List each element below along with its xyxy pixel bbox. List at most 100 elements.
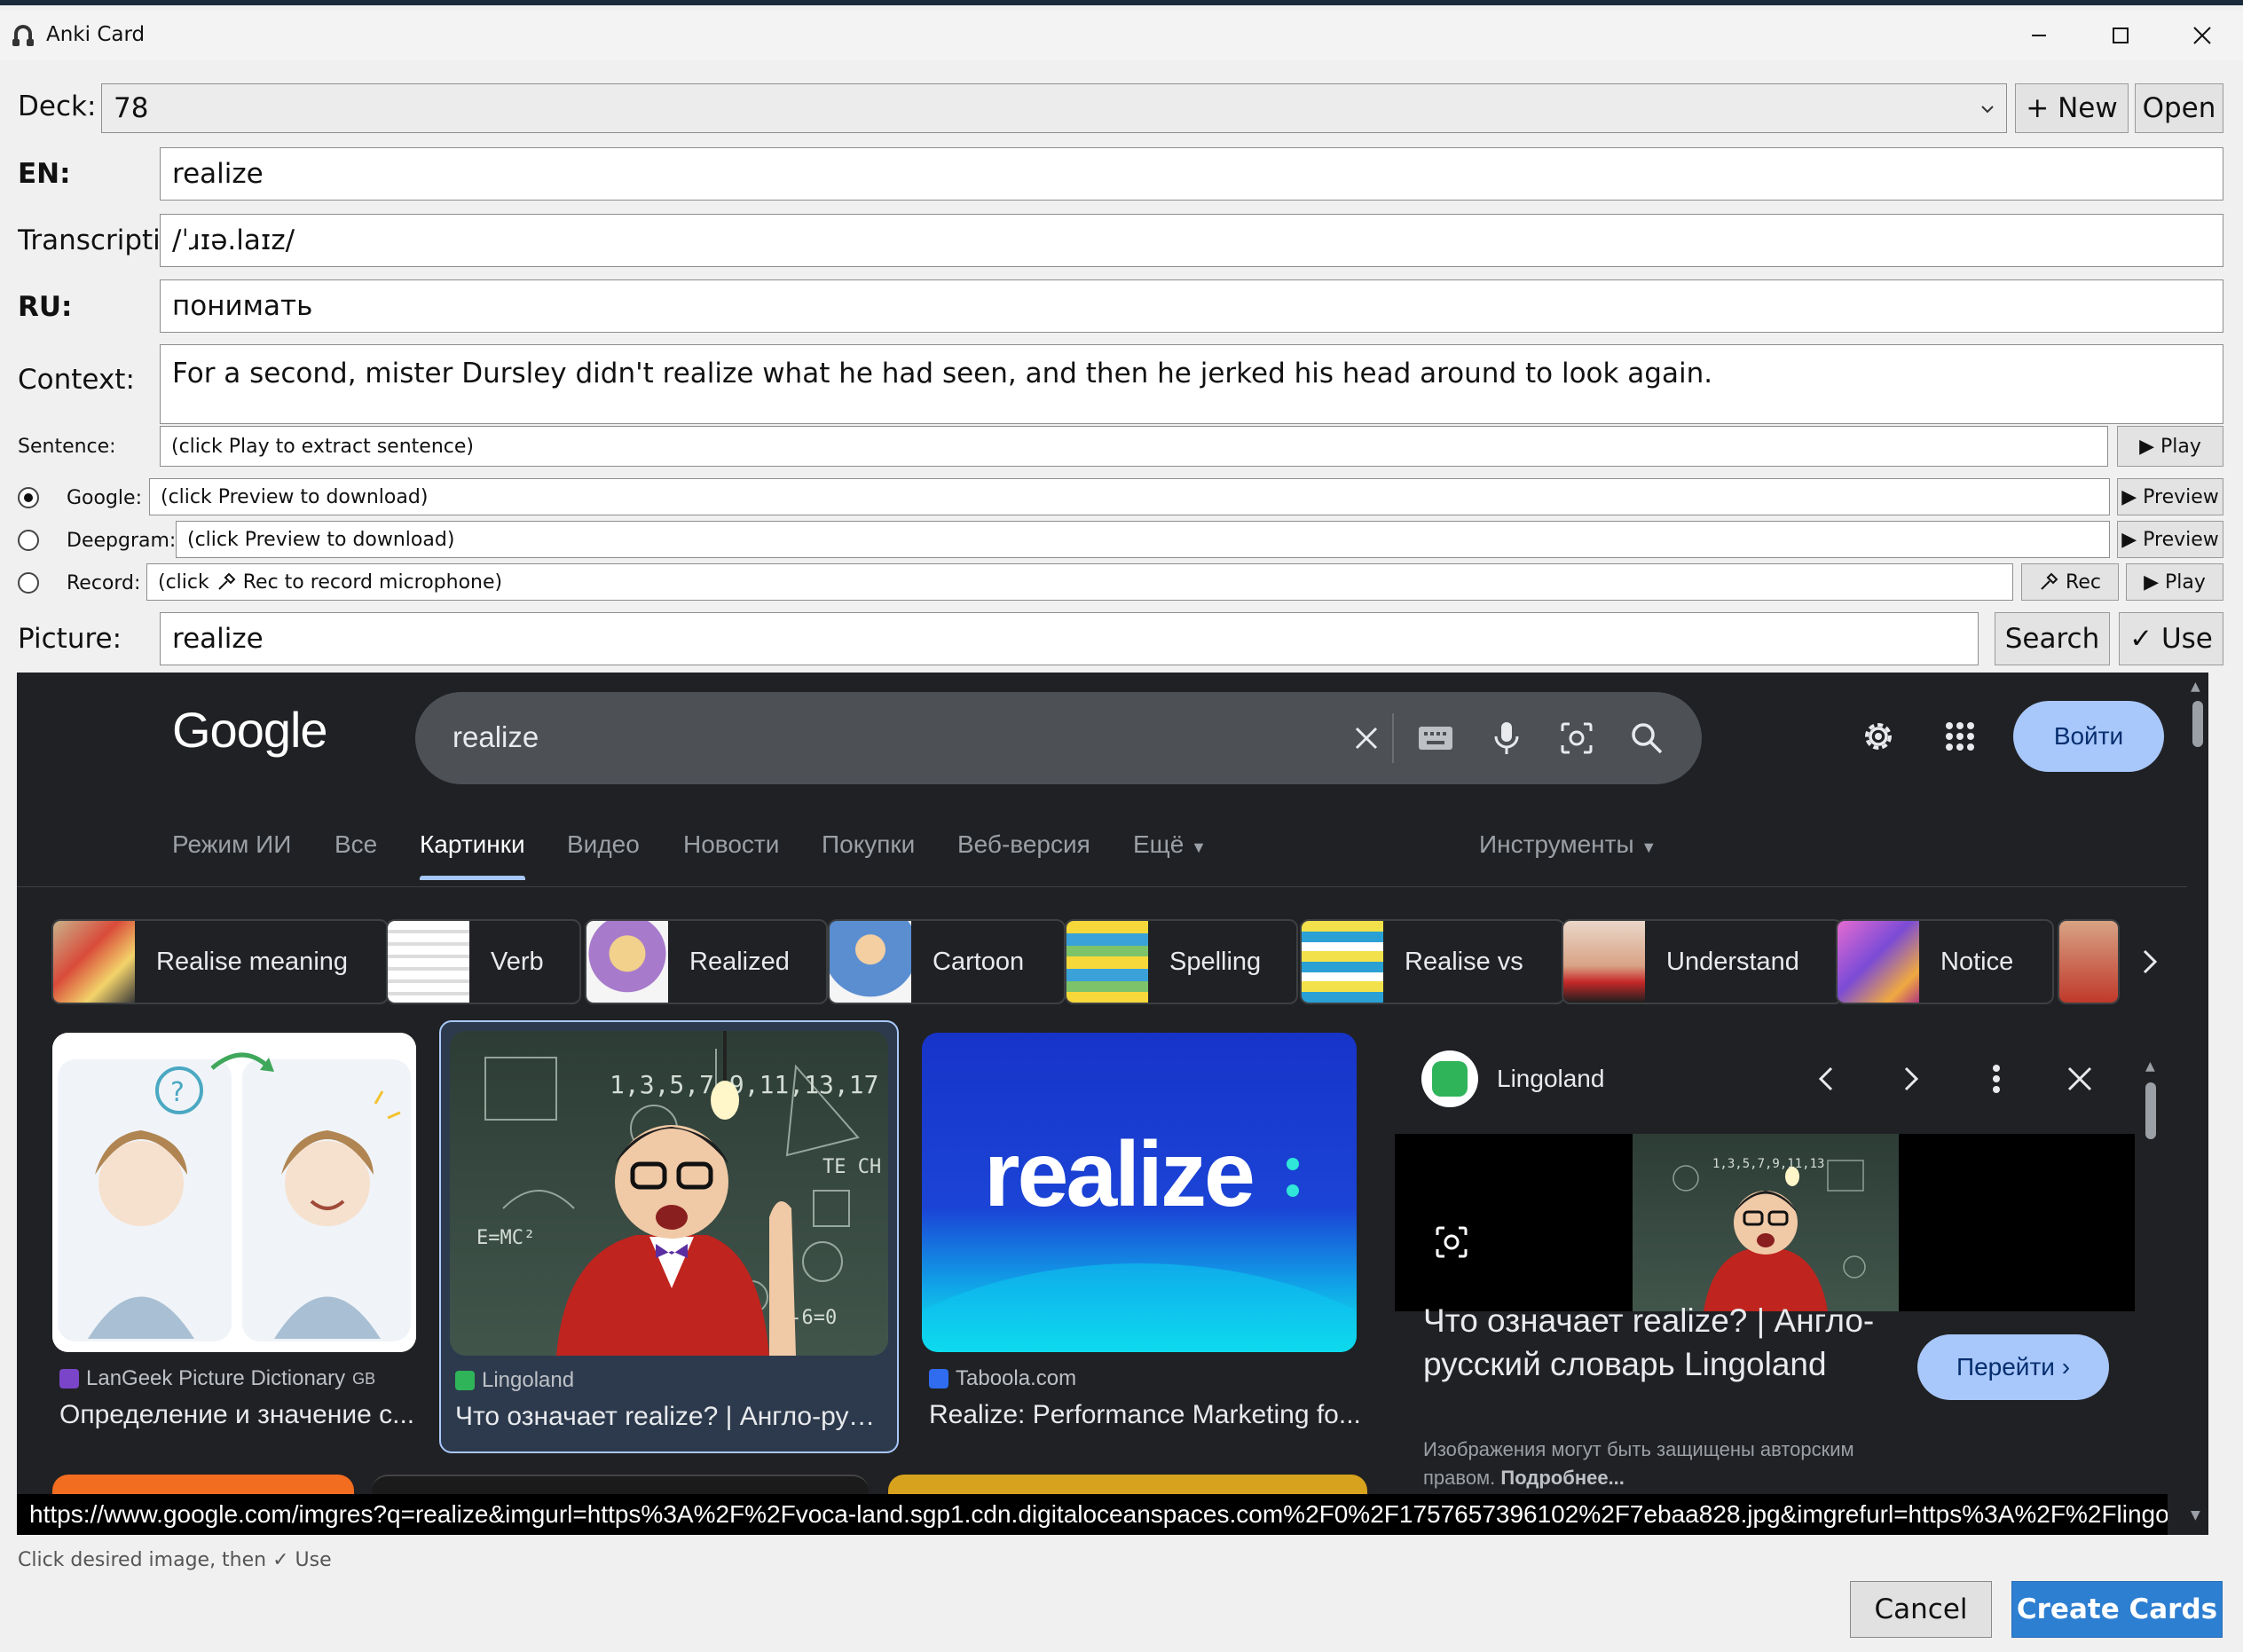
chevron-right-icon: ›: [2061, 1353, 2071, 1381]
microphone-search-icon[interactable]: [1484, 715, 1530, 761]
chip-partial[interactable]: [2058, 919, 2120, 1004]
tab-ai-mode[interactable]: Режим ИИ: [172, 830, 291, 859]
microphone-icon: [218, 572, 236, 590]
chip-understand[interactable]: Understand: [1562, 919, 1843, 1004]
search-tabs: Режим ИИ Все Картинки Видео Новости Поку…: [17, 806, 2191, 887]
google-logo[interactable]: Google: [172, 701, 328, 759]
keyboard-icon[interactable]: [1413, 715, 1459, 761]
sign-in-button[interactable]: Войти: [2013, 701, 2164, 772]
result-image-boy-chalkboard[interactable]: 1,3,5,7,9,11,13,17 TE CH E=MC² 6-6=0: [450, 1031, 888, 1356]
panel-preview-image[interactable]: 1,3,5,7,9,11,13: [1633, 1134, 1899, 1311]
cancel-button[interactable]: Cancel: [1850, 1581, 1992, 1638]
image-preview-panel: Lingoland 1,3,5,7,9,11,13 Что означает r…: [1395, 1033, 2160, 1535]
chip-thumbnail: [1066, 921, 1148, 1003]
chip-realise-meaning[interactable]: Realise meaning: [51, 919, 389, 1004]
panel-close-icon[interactable]: [2055, 1054, 2105, 1104]
google-radio[interactable]: [18, 487, 39, 508]
transcription-field[interactable]: /ˈɹɪə.laɪz/: [160, 214, 2223, 267]
sentence-label: Sentence:: [18, 436, 116, 458]
panel-image-area: 1,3,5,7,9,11,13: [1395, 1134, 2135, 1311]
create-cards-button[interactable]: Create Cards: [2011, 1581, 2223, 1638]
lens-camera-icon[interactable]: [1554, 715, 1600, 761]
lingoland-favicon: [455, 1371, 475, 1390]
maximize-button[interactable]: [2080, 11, 2161, 60]
tab-web[interactable]: Веб-версия: [957, 830, 1090, 859]
browser-scrollbar[interactable]: ▲ ▼: [2187, 673, 2208, 1535]
tab-more-label: Ещё: [1133, 830, 1184, 858]
panel-title[interactable]: Что означает realize? | Англо-русский сл…: [1423, 1299, 1885, 1386]
panel-scrollbar[interactable]: ▲ ▼: [2145, 1059, 2156, 1521]
sentence-field[interactable]: (click Play to extract sentence): [160, 426, 2108, 467]
en-field[interactable]: realize: [160, 147, 2223, 201]
ru-field[interactable]: понимать: [160, 279, 2223, 333]
panel-next-chevron-icon[interactable]: [1886, 1054, 1936, 1104]
tab-shopping[interactable]: Покупки: [822, 830, 915, 859]
chip-thumbnail: [830, 921, 911, 1003]
record-field[interactable]: (click Rec to record microphone): [146, 563, 2013, 601]
google-apps-icon[interactable]: [1935, 712, 1985, 761]
result-3-source[interactable]: Taboola.com: [929, 1366, 1076, 1391]
search-divider: [1392, 713, 1394, 763]
open-deck-button[interactable]: Open: [2135, 83, 2223, 133]
deepgram-field[interactable]: (click Preview to download): [176, 521, 2110, 558]
result-3-caption[interactable]: Realize: Performance Marketing fo...: [929, 1400, 1365, 1430]
chip-label: Notice: [1940, 947, 2014, 976]
google-preview-button[interactable]: ▶ Preview: [2117, 478, 2223, 515]
new-deck-button[interactable]: + New: [2015, 83, 2129, 133]
panel-site-name[interactable]: Lingoland: [1497, 1065, 1604, 1093]
chip-realise-vs[interactable]: Realise vs: [1300, 919, 1565, 1004]
dropdown-caret-icon: ▼: [1641, 838, 1657, 856]
result-1-caption[interactable]: Определение и значение с...: [59, 1400, 425, 1430]
search-icon[interactable]: [1624, 715, 1670, 761]
tab-news[interactable]: Новости: [683, 830, 779, 859]
google-search-box[interactable]: realize: [415, 692, 1702, 784]
settings-gear-icon[interactable]: [1853, 712, 1903, 761]
panel-prev-chevron-icon[interactable]: [1801, 1054, 1851, 1104]
browser-scrollbar-thumb[interactable]: [2192, 701, 2203, 747]
record-play-button[interactable]: ▶ Play: [2126, 563, 2223, 601]
result-2-source[interactable]: Lingoland: [455, 1368, 574, 1393]
picture-query-field[interactable]: realize: [160, 612, 1979, 665]
minimize-button[interactable]: [1998, 11, 2080, 60]
google-search-query[interactable]: realize: [453, 720, 539, 754]
tab-all[interactable]: Все: [334, 830, 377, 859]
panel-scrollbar-thumb[interactable]: [2145, 1082, 2156, 1139]
chip-spelling[interactable]: Spelling: [1065, 919, 1298, 1004]
picture-search-button[interactable]: Search: [1995, 612, 2110, 665]
close-window-button[interactable]: [2161, 11, 2243, 60]
picture-use-button[interactable]: ✓ Use: [2119, 612, 2223, 665]
result-image-realize-logo[interactable]: realize: [922, 1033, 1357, 1352]
tab-tools[interactable]: Инструменты ▼: [1479, 830, 1657, 859]
deepgram-preview-button[interactable]: ▶ Preview: [2117, 521, 2223, 558]
tab-images[interactable]: Картинки: [420, 830, 525, 880]
deepgram-label: Deepgram:: [67, 530, 177, 552]
svg-text:1,3,5,7,9,11,13,17: 1,3,5,7,9,11,13,17: [610, 1070, 878, 1099]
chips-next-chevron-icon[interactable]: [2125, 937, 2175, 987]
panel-more-options-icon[interactable]: [1971, 1054, 2021, 1104]
tab-more[interactable]: Ещё ▼: [1133, 830, 1207, 859]
sentence-play-button[interactable]: ▶ Play: [2117, 426, 2223, 467]
chip-label: Cartoon: [933, 947, 1025, 976]
panel-visit-button[interactable]: Перейти ›: [1917, 1334, 2109, 1400]
chip-realized[interactable]: Realized: [585, 919, 828, 1004]
deepgram-radio[interactable]: [18, 530, 39, 551]
result-image-thinking-person[interactable]: ?: [52, 1033, 416, 1352]
chip-verb[interactable]: Verb: [386, 919, 581, 1004]
panel-note-text: Изображения могут быть защищены авторски…: [1423, 1438, 1854, 1489]
result-3-source-name: Taboola.com: [956, 1366, 1077, 1390]
result-1-source[interactable]: LanGeek Picture Dictionary GB: [59, 1366, 375, 1391]
lens-search-image-icon[interactable]: [1432, 1223, 1471, 1262]
chip-cartoon[interactable]: Cartoon: [828, 919, 1066, 1004]
google-field[interactable]: (click Preview to download): [149, 478, 2110, 515]
panel-more-link[interactable]: Подробнее...: [1500, 1467, 1625, 1489]
clear-search-icon[interactable]: [1343, 715, 1389, 761]
tab-video[interactable]: Видео: [567, 830, 640, 859]
tab-tools-label: Инструменты: [1479, 830, 1634, 858]
context-field[interactable]: For a second, mister Dursley didn't real…: [160, 344, 2223, 424]
deck-select[interactable]: 78: [101, 83, 2007, 133]
chip-notice[interactable]: Notice: [1836, 919, 2054, 1004]
result-2-caption[interactable]: Что означает realize? | Англо-рус...: [455, 1402, 881, 1432]
rec-button[interactable]: Rec: [2021, 563, 2119, 601]
image-result-2-selected[interactable]: 1,3,5,7,9,11,13,17 TE CH E=MC² 6-6=0 Lin…: [439, 1020, 899, 1453]
record-radio[interactable]: [18, 572, 39, 594]
